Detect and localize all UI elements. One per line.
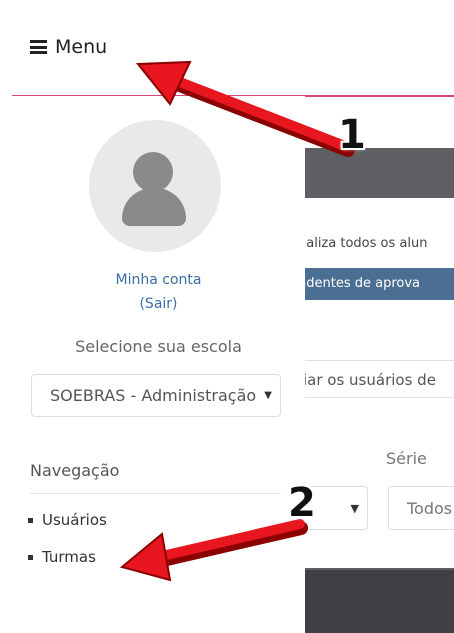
arrow-2-icon — [119, 519, 308, 582]
step-2-label: 2 — [288, 480, 316, 526]
arrow-1-icon — [135, 60, 355, 157]
app-screen: ualiza todos os alun ndentes de aprova i… — [0, 0, 454, 633]
step-1-label: 1 — [338, 112, 366, 158]
annotation-arrows — [119, 60, 355, 582]
